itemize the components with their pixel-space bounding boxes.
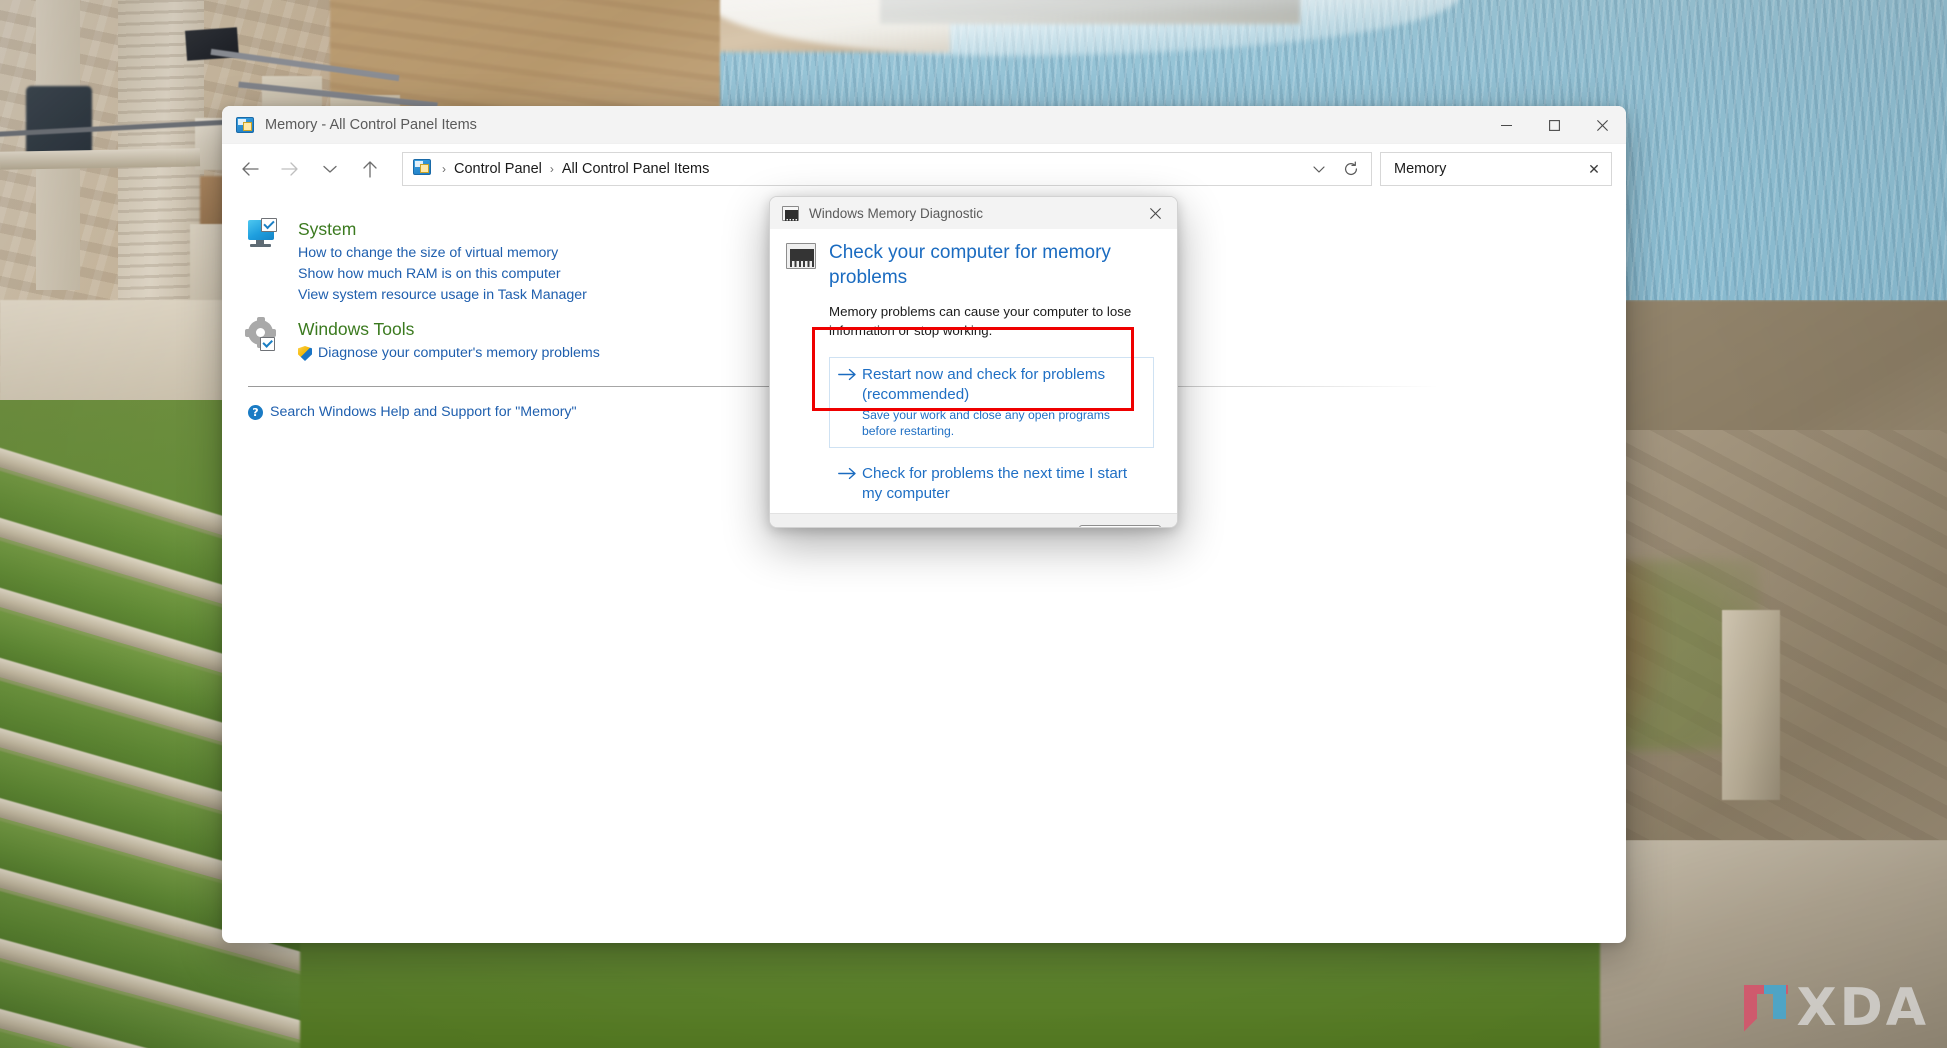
recent-locations-chevron-down-icon[interactable] [312, 152, 348, 186]
result-link-label: How to change the size of virtual memory [298, 245, 559, 261]
forward-arrow-icon[interactable] [272, 152, 308, 186]
dialog-close-icon[interactable] [1133, 197, 1177, 229]
maximize-icon[interactable] [1530, 106, 1578, 144]
dialog-header: Check your computer for memory problems [786, 240, 1161, 290]
option-check-next-start[interactable]: Check for problems the next time I start… [829, 456, 1154, 513]
window-titlebar[interactable]: Memory - All Control Panel Items [222, 106, 1626, 144]
search-box[interactable]: ✕ [1380, 152, 1612, 186]
address-dropdown-chevron-down-icon[interactable] [1303, 154, 1335, 184]
dialog-footer: Cancel [770, 513, 1177, 527]
dialog-body: Check your computer for memory problems … [770, 229, 1177, 513]
xda-logo-icon [1743, 982, 1788, 1034]
close-icon[interactable] [1578, 106, 1626, 144]
help-question-icon: ? [248, 404, 263, 420]
search-input[interactable] [1392, 160, 1583, 178]
dialog-titlebar[interactable]: Windows Memory Diagnostic [770, 197, 1177, 229]
breadcrumb-separator-2: › [549, 162, 554, 176]
dialog-title: Windows Memory Diagnostic [809, 205, 984, 221]
cancel-button[interactable]: Cancel [1079, 525, 1161, 527]
system-monitor-icon [248, 218, 292, 306]
memory-chip-icon [782, 205, 799, 221]
window-controls [1482, 106, 1626, 144]
windows-tools-gear-icon [245, 317, 292, 364]
result-link-label: Diagnose your computer's memory problems [318, 345, 600, 361]
search-help-label: Search Windows Help and Support for "Mem… [270, 404, 577, 420]
arrow-right-icon [838, 464, 862, 485]
option-description: Save your work and close any open progra… [862, 408, 1110, 438]
uac-shield-icon [298, 346, 312, 361]
memory-chip-large-icon [786, 240, 820, 269]
search-clear-icon[interactable]: ✕ [1583, 158, 1605, 180]
memory-diagnostic-dialog: Windows Memory Diagnostic Check your com… [769, 196, 1178, 528]
up-arrow-icon[interactable] [352, 152, 388, 186]
xda-watermark: XDA [1743, 978, 1930, 1038]
breadcrumb-item-all-control-panel-items[interactable]: All Control Panel Items [557, 158, 714, 180]
xda-wordmark: XDA [1796, 978, 1929, 1038]
result-link-label: Show how much RAM is on this computer [298, 266, 561, 282]
window-title: Memory - All Control Panel Items [265, 116, 477, 133]
breadcrumb-separator: › [442, 162, 446, 176]
control-panel-icon [236, 116, 254, 133]
result-link-label: View system resource usage in Task Manag… [298, 287, 587, 303]
back-arrow-icon[interactable] [232, 152, 268, 186]
navigation-toolbar: › Control Panel › All Control Panel Item… [222, 144, 1626, 194]
minimize-icon[interactable] [1482, 106, 1530, 144]
address-bar[interactable]: › Control Panel › All Control Panel Item… [402, 152, 1372, 186]
option-label[interactable]: Check for problems the next time I start… [862, 464, 1145, 504]
dialog-description: Memory problems can cause your computer … [829, 304, 1132, 338]
breadcrumb-item-control-panel[interactable]: Control Panel [449, 158, 547, 180]
breadcrumb-control-panel-icon [413, 158, 431, 180]
dialog-heading: Check your computer for memory problems [829, 242, 1111, 288]
dialog-options-list: Restart now and check for problems (reco… [829, 357, 1154, 513]
refresh-icon[interactable] [1335, 154, 1367, 184]
option-restart-now[interactable]: Restart now and check for problems (reco… [829, 357, 1154, 448]
arrow-right-icon [838, 365, 862, 386]
option-label[interactable]: Restart now and check for problems (reco… [862, 365, 1145, 405]
